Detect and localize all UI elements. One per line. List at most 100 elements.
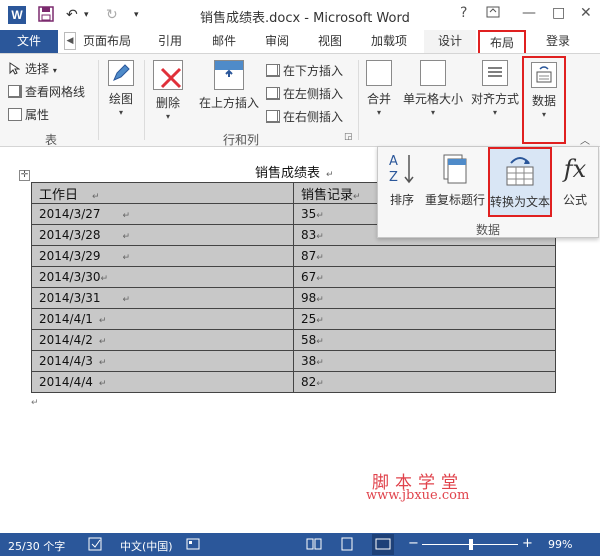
document-title: 销售成绩表.docx - Microsoft Word xyxy=(200,11,410,26)
date-cell[interactable]: 2014/3/31 ↵ xyxy=(31,287,294,309)
insert-above-button[interactable]: 在上方插入 xyxy=(198,60,260,111)
tab-page-layout[interactable]: 页面布局 xyxy=(80,30,134,53)
svg-text:A: A xyxy=(389,154,398,169)
value-cell[interactable]: 58↵ xyxy=(293,329,556,351)
undo-dropdown-icon[interactable]: ▾ xyxy=(84,6,89,24)
insert-right-button[interactable]: 在右侧插入 xyxy=(266,108,343,125)
delete-button[interactable]: 删除 ▾ xyxy=(150,60,186,121)
tab-mailings[interactable]: 邮件 xyxy=(206,30,242,53)
chevron-down-icon: ▾ xyxy=(52,66,57,75)
group-label-rows-columns: 行和列 xyxy=(222,133,259,147)
value-cell[interactable]: 67↵ xyxy=(293,266,556,288)
tab-layout[interactable]: 布局 xyxy=(478,30,526,53)
cell-size-icon xyxy=(420,60,446,86)
value-cell[interactable]: 98↵ xyxy=(293,287,556,309)
tab-addins[interactable]: 加载项 xyxy=(364,30,414,53)
table-move-handle-icon[interactable]: ✛ xyxy=(19,170,30,181)
tab-review[interactable]: 审阅 xyxy=(259,30,295,53)
alignment-button[interactable]: 对齐方式 ▾ xyxy=(470,60,520,117)
table-row: 2014/4/4 ↵ 82↵ xyxy=(31,371,556,393)
language-status[interactable]: 中文(中国) xyxy=(120,538,173,554)
zoom-slider-handle[interactable] xyxy=(469,539,473,550)
close-button[interactable]: ✕ xyxy=(580,5,592,21)
table-row: 2014/4/2 ↵ 58↵ xyxy=(31,329,556,351)
delete-table-icon xyxy=(153,60,183,90)
date-cell[interactable]: 2014/3/30↵ xyxy=(31,266,294,288)
table-row: 2014/4/3 ↵ 38↵ xyxy=(31,350,556,372)
login-link[interactable]: 登录 xyxy=(538,30,578,53)
value-cell[interactable]: 87↵ xyxy=(293,245,556,267)
separator xyxy=(358,60,359,140)
convert-to-text-button[interactable]: 转换为文本 xyxy=(488,147,552,217)
save-icon[interactable] xyxy=(38,6,54,24)
gridlines-icon xyxy=(8,85,22,98)
date-cell[interactable]: 2014/4/4 ↵ xyxy=(31,371,294,393)
chevron-down-icon: ▾ xyxy=(430,108,435,117)
date-cell[interactable]: 2014/4/2 ↵ xyxy=(31,329,294,351)
cell-size-button[interactable]: 单元格大小 ▾ xyxy=(402,60,464,117)
date-cell[interactable]: 2014/3/27 ↵ xyxy=(31,203,294,225)
tab-file[interactable]: 文件 xyxy=(0,30,58,53)
value-cell[interactable]: 25↵ xyxy=(293,308,556,330)
sort-button[interactable]: AZ 排序 xyxy=(386,151,418,208)
value-cell[interactable]: 82↵ xyxy=(293,371,556,393)
date-cell[interactable]: 2014/4/1 ↵ xyxy=(31,308,294,330)
chevron-down-icon: ▾ xyxy=(492,108,497,117)
tab-design[interactable]: 设计 xyxy=(424,30,476,53)
group-label-data: 数据 xyxy=(475,223,500,237)
insert-left-button[interactable]: 在左侧插入 xyxy=(266,85,343,102)
table-row: 2014/3/29 ↵ 87↵ xyxy=(31,245,556,267)
draw-button[interactable]: 绘图 ▾ xyxy=(104,60,138,117)
zoom-out-button[interactable]: − xyxy=(408,536,419,551)
print-layout-icon[interactable] xyxy=(340,537,354,554)
data-dropdown-panel: AZ 排序 重复标题行 转换为文本 fx 公式 数据 xyxy=(377,146,599,238)
proofing-icon[interactable] xyxy=(88,537,104,554)
redo-icon[interactable]: ↻ xyxy=(106,6,118,24)
data-button[interactable]: 数据 ▾ xyxy=(522,56,566,144)
dialog-launcher-icon[interactable]: ◲ xyxy=(344,132,353,142)
value-cell[interactable]: 38↵ xyxy=(293,350,556,372)
group-label-table: 表 xyxy=(44,133,57,147)
formula-button[interactable]: fx 公式 xyxy=(558,151,592,208)
chevron-down-icon: ▾ xyxy=(376,108,381,117)
table-title: 销售成绩表 ↵ xyxy=(255,166,334,181)
insert-below-button[interactable]: 在下方插入 xyxy=(266,62,343,79)
tab-view[interactable]: 视图 xyxy=(312,30,348,53)
header-cell[interactable]: 工作日 ↵ xyxy=(31,182,294,204)
read-mode-icon[interactable] xyxy=(306,537,322,554)
date-cell[interactable]: 2014/4/3 ↵ xyxy=(31,350,294,372)
svg-text:Z: Z xyxy=(389,170,398,185)
zoom-level[interactable]: 99% xyxy=(548,538,572,551)
repeat-header-rows-button[interactable]: 重复标题行 xyxy=(424,151,486,208)
date-cell[interactable]: 2014/3/29 ↵ xyxy=(31,245,294,267)
properties-icon xyxy=(8,108,22,121)
data-icon xyxy=(531,62,557,88)
convert-to-text-icon xyxy=(490,153,550,193)
collapse-ribbon-icon[interactable]: ︿ xyxy=(580,132,590,147)
insert-right-icon xyxy=(266,110,280,123)
tab-scroll-left-icon[interactable]: ◀ xyxy=(64,32,76,50)
tab-references[interactable]: 引用 xyxy=(152,30,188,53)
insert-left-icon xyxy=(266,87,280,100)
customize-toolbar-icon[interactable]: ▾ xyxy=(134,6,139,24)
zoom-in-button[interactable]: + xyxy=(522,536,533,551)
chevron-down-icon: ▾ xyxy=(165,112,170,121)
help-button[interactable]: ? xyxy=(460,5,467,21)
minimize-button[interactable]: — xyxy=(522,5,536,21)
select-button[interactable]: 选择 ▾ xyxy=(8,60,57,77)
merge-icon xyxy=(366,60,392,86)
view-gridlines-button[interactable]: 查看网格线 xyxy=(8,83,85,100)
ribbon-tabs: 文件 ◀ 页面布局 引用 邮件 审阅 视图 加载项 设计 布局 登录 xyxy=(0,30,600,53)
date-cell[interactable]: 2014/3/28 ↵ xyxy=(31,224,294,246)
ribbon-display-icon[interactable] xyxy=(486,5,500,23)
restore-button[interactable]: □ xyxy=(552,5,565,21)
macro-icon[interactable] xyxy=(186,537,200,554)
web-layout-icon[interactable] xyxy=(372,534,394,555)
status-bar: 25/30 个字 中文(中国) − + 99% xyxy=(0,533,600,556)
properties-button[interactable]: 属性 xyxy=(8,106,49,123)
table-row: 2014/4/1 ↵ 25↵ xyxy=(31,308,556,330)
merge-button[interactable]: 合并 ▾ xyxy=(362,60,396,117)
undo-icon[interactable]: ↶ xyxy=(66,6,78,24)
word-count[interactable]: 25/30 个字 xyxy=(8,538,65,554)
table-row: 2014/3/30↵ 67↵ xyxy=(31,266,556,288)
